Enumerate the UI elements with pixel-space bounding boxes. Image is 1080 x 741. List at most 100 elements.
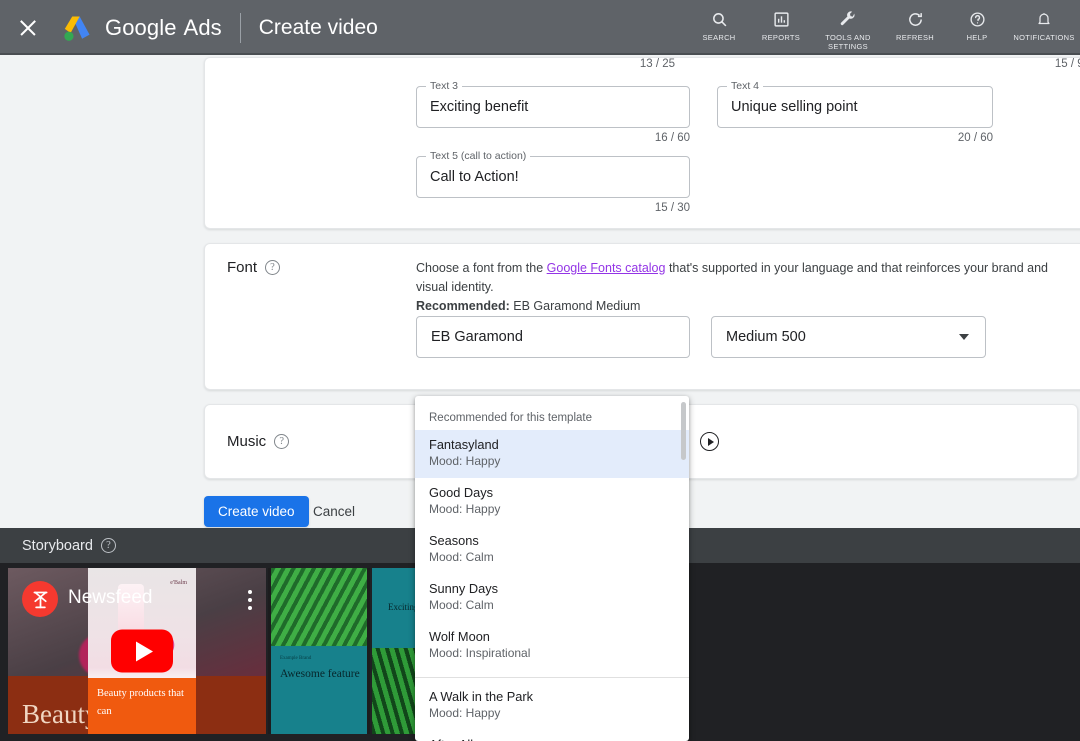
music-option-title: Seasons — [429, 533, 479, 548]
toolbar-search-label: SEARCH — [702, 33, 736, 42]
text4-input[interactable]: Text 4 Unique selling point — [717, 80, 993, 128]
play-circle-icon[interactable] — [700, 432, 719, 451]
toolbar-actions: SEARCH REPORTS TOOLS AND SETTINGS REFRES… — [688, 0, 1080, 55]
text5-counter: 15 / 30 — [654, 202, 690, 214]
text3-legend: Text 3 — [426, 80, 463, 92]
overlay-caption: Beauty products that can — [88, 678, 196, 734]
thumbnail-brand: Example Brand — [280, 656, 312, 661]
text3-value: Exciting benefit — [430, 99, 529, 115]
overlay-caption-line1: Beauty products that — [97, 688, 184, 699]
thumbnail-label: Newsfeed — [68, 587, 153, 608]
page-title: Create video — [258, 15, 378, 39]
toolbar-tools-and-settings[interactable]: TOOLS AND SETTINGS — [812, 9, 884, 51]
top-app-bar: Google Ads Create video SEARCH REPORTS T… — [0, 0, 1080, 55]
font-recommended-label: Recommended: — [416, 299, 510, 313]
text4-field-group: Text 4 Unique selling point 20 / 60 — [717, 80, 993, 144]
font-section-label-group: Font ? — [227, 259, 281, 276]
toolbar-tools-label: TOOLS AND SETTINGS — [825, 33, 871, 51]
font-settings-card: Font ? Choose a font from the Google Fon… — [204, 243, 1080, 390]
music-option-title: Wolf Moon — [429, 629, 490, 644]
brand-google: Google — [105, 14, 177, 40]
text-counter-top-right: 15 / 90 — [1054, 58, 1080, 70]
font-family-value: EB Garamond — [431, 329, 523, 345]
music-option-good-days[interactable]: Good Days Mood: Happy — [415, 478, 689, 526]
music-option-mood: Mood: Inspirational — [429, 646, 531, 660]
google-ads-logo-icon — [64, 15, 90, 41]
toolbar-search[interactable]: SEARCH — [688, 9, 750, 42]
brand-name: Google Ads — [105, 15, 222, 41]
toolbar-reports[interactable]: REPORTS — [750, 9, 812, 42]
font-section-label: Font — [227, 259, 258, 276]
music-option-a-walk-in-the-park[interactable]: A Walk in the Park Mood: Happy — [415, 682, 689, 730]
create-video-button[interactable]: Create video — [204, 496, 309, 527]
toolbar-notifications[interactable]: NOTIFICATIONS — [1008, 9, 1080, 42]
google-fonts-catalog-link[interactable]: Google Fonts catalog — [547, 261, 666, 275]
text5-value: Call to Action! — [430, 169, 519, 185]
text5-field-group: Text 5 (call to action) Call to Action! … — [416, 150, 690, 214]
music-dropdown-header: Recommended for this template — [429, 412, 592, 424]
refresh-icon — [907, 9, 924, 29]
toolbar-reports-label: REPORTS — [761, 33, 801, 42]
text3-counter: 16 / 60 — [654, 132, 690, 144]
font-recommended-value: EB Garamond Medium — [509, 299, 641, 313]
help-question-icon[interactable]: ? — [265, 260, 281, 275]
music-dropdown-divider — [415, 677, 689, 678]
music-option-seasons[interactable]: Seasons Mood: Calm — [415, 526, 689, 574]
cancel-button[interactable]: Cancel — [303, 496, 365, 527]
font-weight-value: Medium 500 — [726, 329, 806, 345]
toolbar-help[interactable]: HELP — [946, 9, 1008, 42]
kebab-menu-icon[interactable] — [248, 590, 252, 614]
font-desc-prefix: Choose a font from the — [416, 261, 547, 275]
font-weight-select[interactable]: Medium 500 — [711, 316, 986, 358]
text3-input[interactable]: Text 3 Exciting benefit — [416, 80, 690, 128]
music-option-sunny-days[interactable]: Sunny Days Mood: Calm — [415, 574, 689, 622]
chevron-down-icon — [959, 334, 969, 340]
close-icon[interactable] — [17, 17, 39, 39]
thumbnail-headline: Exciting — [388, 602, 419, 612]
thumbnail-headline: Awesome feature — [280, 668, 360, 680]
music-option-title: After All — [429, 737, 675, 741]
music-dropdown-menu: Recommended for this template Fantasylan… — [415, 396, 689, 741]
music-option-title: Sunny Days — [429, 581, 498, 596]
font-family-select[interactable]: EB Garamond — [416, 316, 690, 358]
search-icon — [711, 9, 728, 29]
toolbar-help-label: HELP — [966, 33, 988, 42]
music-section-label: Music — [227, 433, 267, 450]
music-option-title: A Walk in the Park — [429, 689, 534, 704]
thumbnail-big-text: Beauty — [22, 699, 99, 729]
storyboard-thumbnail-newsfeed[interactable]: Beauty e'Balm Beauty products that can N… — [8, 568, 266, 734]
music-option-mood: Mood: Happy — [429, 454, 501, 468]
storyboard-title: Storyboard — [22, 537, 93, 554]
thumbnail-text-card: Example Brand Awesome feature — [271, 646, 367, 734]
toolbar-refresh[interactable]: REFRESH — [884, 9, 946, 42]
brand-ads: Ads — [183, 14, 222, 40]
text5-legend: Text 5 (call to action) — [426, 150, 531, 162]
youtube-play-icon[interactable] — [111, 629, 173, 673]
toolbar-notifications-label: NOTIFICATIONS — [1013, 33, 1075, 42]
music-section-label-group: Music ? — [227, 433, 290, 450]
topbar-bottom-rule — [0, 53, 1080, 55]
music-option-fantasyland[interactable]: Fantasyland Mood: Happy — [415, 430, 689, 478]
text4-value: Unique selling point — [731, 99, 858, 115]
music-option-mood: Mood: Happy — [429, 706, 501, 720]
music-option-mood: Mood: Calm — [429, 550, 494, 564]
storyboard-thumbnail-awesome-feature[interactable]: Example Brand Awesome feature — [268, 568, 370, 734]
overlay-brand: e'Balm — [170, 580, 187, 586]
text4-counter: 20 / 60 — [957, 132, 993, 144]
text5-input[interactable]: Text 5 (call to action) Call to Action! — [416, 150, 690, 198]
music-option-title: Good Days — [429, 485, 494, 500]
dropdown-scrollbar-thumb[interactable] — [681, 402, 686, 460]
text3-field-group: Text 3 Exciting benefit 16 / 60 — [416, 80, 690, 144]
reports-bar-chart-icon — [773, 9, 790, 29]
bell-icon — [1036, 9, 1052, 29]
help-question-icon — [969, 9, 986, 29]
font-recommended-line: Recommended: EB Garamond Medium — [416, 297, 1056, 316]
help-question-icon[interactable]: ? — [100, 538, 116, 553]
director-chair-icon — [22, 581, 58, 617]
overlay-caption-line2: can — [97, 706, 112, 717]
music-option-after-all[interactable]: After All Mood: Calm — [415, 730, 689, 741]
music-option-wolf-moon[interactable]: Wolf Moon Mood: Inspirational — [415, 622, 689, 670]
fern-photo — [271, 568, 367, 646]
text-counter-top-left: 13 / 25 — [639, 58, 675, 70]
help-question-icon[interactable]: ? — [274, 434, 290, 449]
